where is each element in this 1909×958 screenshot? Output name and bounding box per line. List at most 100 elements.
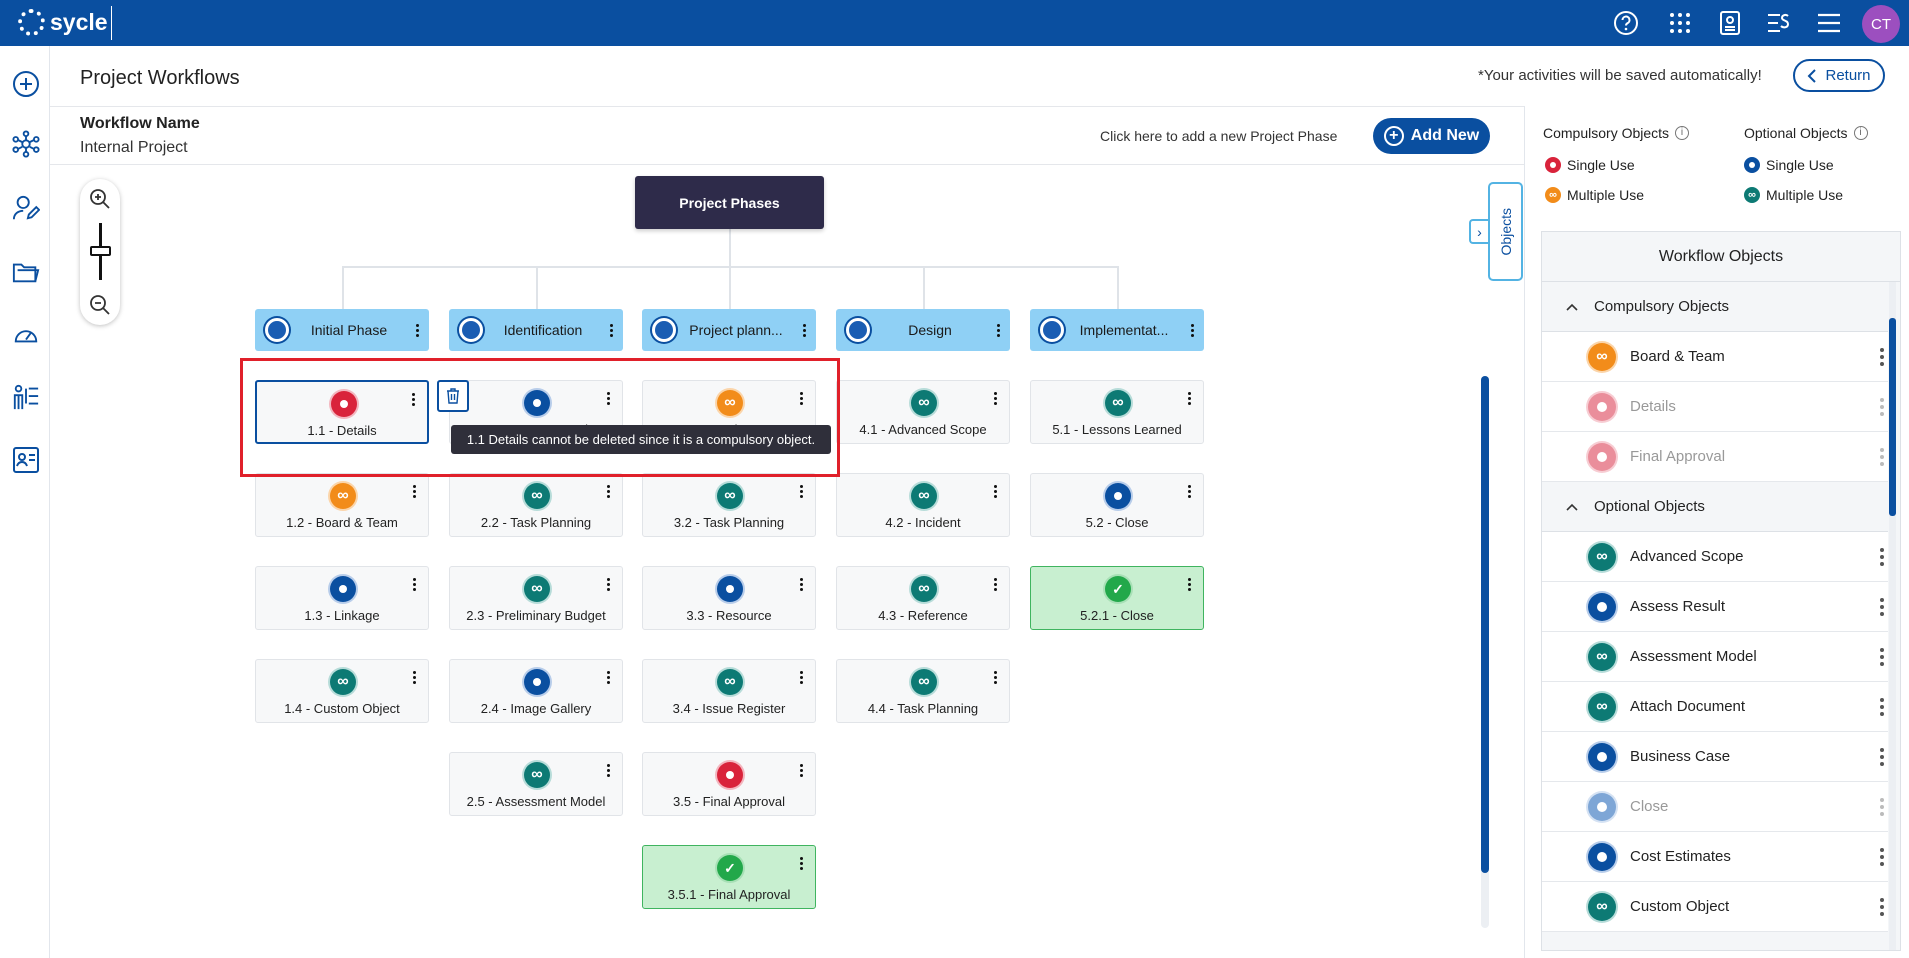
workflow-object-item[interactable]: ∞ Custom Object [1542, 882, 1888, 932]
card-kebab-icon[interactable] [793, 856, 809, 870]
help-icon[interactable] [1612, 9, 1640, 37]
drag-handle-icon[interactable] [1880, 548, 1884, 566]
card-kebab-icon[interactable] [987, 484, 1003, 498]
object-card[interactable]: 3.5 - Final Approval [642, 752, 816, 816]
drag-handle-icon[interactable] [1880, 448, 1884, 466]
card-kebab-icon[interactable] [600, 577, 616, 591]
object-card[interactable]: ∞ 4.3 - Reference [836, 566, 1010, 630]
project-phases-root[interactable]: Project Phases [635, 176, 824, 229]
objects-section-header[interactable]: Compulsory Objects [1542, 282, 1888, 332]
sycle-logo[interactable]: sycle [18, 9, 108, 36]
objects-tab[interactable]: Objects [1488, 182, 1523, 281]
phase-header[interactable]: Initial Phase [255, 309, 429, 351]
object-card[interactable]: ✓ 3.5.1 - Final Approval [642, 845, 816, 909]
objects-scrollbar[interactable] [1889, 282, 1896, 950]
card-kebab-icon[interactable] [600, 484, 616, 498]
people-tree-icon[interactable] [12, 383, 40, 411]
canvas-scrollbar[interactable] [1481, 376, 1489, 928]
workflow-object-item[interactable]: Assess Result [1542, 582, 1888, 632]
card-kebab-icon[interactable] [987, 577, 1003, 591]
zoom-slider-thumb[interactable] [90, 246, 111, 256]
object-card[interactable]: ∞ 2.3 - Preliminary Budget [449, 566, 623, 630]
chevron-right-icon[interactable]: › [1469, 219, 1488, 244]
drag-handle-icon[interactable] [1880, 748, 1884, 766]
phase-header[interactable]: Project plann... [642, 309, 816, 351]
phase-kebab-icon[interactable] [603, 323, 619, 337]
dashboard-gauge-icon[interactable] [12, 320, 40, 348]
network-icon[interactable] [12, 130, 40, 158]
object-card[interactable]: ∞ 3.4 - Issue Register [642, 659, 816, 723]
apps-grid-icon[interactable] [1666, 9, 1694, 37]
list-settings-icon[interactable] [1765, 9, 1793, 37]
drag-handle-icon[interactable] [1880, 648, 1884, 666]
object-card[interactable]: ∞ 3.2 - Task Planning [642, 473, 816, 537]
delete-button[interactable] [437, 380, 469, 412]
card-kebab-icon[interactable] [793, 763, 809, 777]
card-kebab-icon[interactable] [600, 763, 616, 777]
workflow-object-item[interactable]: ∞ Attach Document [1542, 682, 1888, 732]
workflow-object-item[interactable]: Cost Estimates [1542, 832, 1888, 882]
card-kebab-icon[interactable] [1181, 391, 1197, 405]
object-card[interactable]: ∞ 1.2 - Board & Team [255, 473, 429, 537]
drag-handle-icon[interactable] [1880, 348, 1884, 366]
card-kebab-icon[interactable] [793, 670, 809, 684]
canvas-scrollbar-thumb[interactable] [1481, 376, 1489, 873]
drag-handle-icon[interactable] [1880, 898, 1884, 916]
object-card[interactable]: ✓ 5.2.1 - Close [1030, 566, 1204, 630]
single-use-icon [1588, 842, 1616, 871]
card-kebab-icon[interactable] [406, 484, 422, 498]
phase-header[interactable]: Identification [449, 309, 623, 351]
phase-kebab-icon[interactable] [990, 323, 1006, 337]
info-icon[interactable]: i [1675, 126, 1690, 140]
object-card[interactable]: ∞ 2.2 - Task Planning [449, 473, 623, 537]
phase-kebab-icon[interactable] [1184, 323, 1200, 337]
object-card[interactable]: 2.4 - Image Gallery [449, 659, 623, 723]
objects-section-header[interactable]: Optional Objects [1542, 482, 1888, 532]
report-icon[interactable] [1716, 9, 1744, 37]
user-edit-icon[interactable] [12, 194, 40, 222]
object-card[interactable]: ∞ 4.4 - Task Planning [836, 659, 1010, 723]
workflow-object-item[interactable]: ∞ Assessment Model [1542, 632, 1888, 682]
folders-icon[interactable] [12, 258, 40, 286]
object-card[interactable]: 1.3 - Linkage [255, 566, 429, 630]
workflow-object-item[interactable]: ∞ Board & Team [1542, 332, 1888, 382]
phase-kebab-icon[interactable] [796, 323, 812, 337]
card-kebab-icon[interactable] [406, 577, 422, 591]
add-new-button[interactable]: + Add New [1373, 118, 1490, 154]
card-kebab-icon[interactable] [1181, 484, 1197, 498]
card-kebab-icon[interactable] [600, 670, 616, 684]
workflow-object-item[interactable]: ∞ Advanced Scope [1542, 532, 1888, 582]
phase-name: Implementat... [1079, 322, 1169, 338]
phase-header[interactable]: Implementat... [1030, 309, 1204, 351]
drag-handle-icon[interactable] [1880, 398, 1884, 416]
phase-kebab-icon[interactable] [409, 323, 425, 337]
zoom-out-icon[interactable] [89, 294, 111, 316]
object-card[interactable]: ∞ 4.1 - Advanced Scope [836, 380, 1010, 444]
add-circle-icon[interactable] [12, 70, 40, 98]
workflow-object-item[interactable]: Business Case [1542, 732, 1888, 782]
info-icon[interactable]: i [1853, 126, 1868, 140]
card-kebab-icon[interactable] [793, 484, 809, 498]
card-kebab-icon[interactable] [987, 391, 1003, 405]
card-kebab-icon[interactable] [1181, 577, 1197, 591]
object-card[interactable]: ∞ 5.1 - Lessons Learned [1030, 380, 1204, 444]
card-kebab-icon[interactable] [793, 577, 809, 591]
drag-handle-icon[interactable] [1880, 798, 1884, 816]
drag-handle-icon[interactable] [1880, 848, 1884, 866]
object-card[interactable]: ∞ 2.5 - Assessment Model [449, 752, 623, 816]
drag-handle-icon[interactable] [1880, 598, 1884, 616]
drag-handle-icon[interactable] [1880, 698, 1884, 716]
zoom-in-icon[interactable] [89, 188, 111, 210]
object-card[interactable]: ∞ 1.4 - Custom Object [255, 659, 429, 723]
id-card-icon[interactable] [12, 446, 40, 474]
object-card[interactable]: 5.2 - Close [1030, 473, 1204, 537]
menu-icon[interactable] [1815, 9, 1843, 37]
card-kebab-icon[interactable] [987, 670, 1003, 684]
card-kebab-icon[interactable] [406, 670, 422, 684]
object-card[interactable]: ∞ 4.2 - Incident [836, 473, 1010, 537]
return-button[interactable]: Return [1793, 59, 1885, 92]
objects-scrollbar-thumb[interactable] [1889, 318, 1896, 516]
phase-header[interactable]: Design [836, 309, 1010, 351]
object-card[interactable]: 3.3 - Resource [642, 566, 816, 630]
user-avatar[interactable]: CT [1862, 5, 1900, 43]
